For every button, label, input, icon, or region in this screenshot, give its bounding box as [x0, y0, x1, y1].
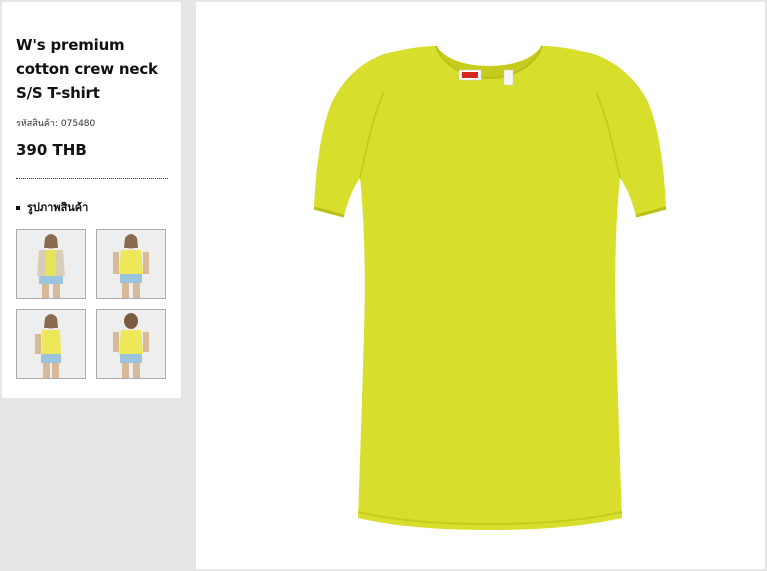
model-front-image	[97, 230, 165, 298]
sku-value: 075480	[60, 119, 96, 129]
sku-label: รหัสสินค้า:	[16, 119, 59, 129]
thumbnail-model-front-cardigan[interactable]	[16, 229, 86, 299]
product-sku: รหัสสินค้า: 075480	[16, 116, 95, 130]
product-title: W's premium cotton crew neck S/S T-shirt	[16, 36, 158, 102]
divider	[16, 178, 168, 179]
gallery-heading-label: รูปภาพสินค้า	[27, 201, 89, 214]
bullet-icon	[16, 206, 20, 210]
model-side-image	[17, 310, 85, 378]
thumbnail-model-front[interactable]	[96, 229, 166, 299]
model-back-image	[97, 310, 165, 378]
model-front-cardigan-image	[17, 230, 85, 298]
yellow-t-shirt-image	[313, 45, 667, 530]
size-tag	[503, 69, 514, 86]
gallery-heading: รูปภาพสินค้า	[16, 198, 88, 216]
product-info-panel: W's premium cotton crew neck S/S T-shirt…	[2, 2, 181, 398]
main-product-image-panel	[196, 2, 765, 569]
thumbnail-model-side[interactable]	[16, 309, 86, 379]
thumbnail-model-back[interactable]	[96, 309, 166, 379]
product-price: 390 THB	[16, 141, 87, 159]
